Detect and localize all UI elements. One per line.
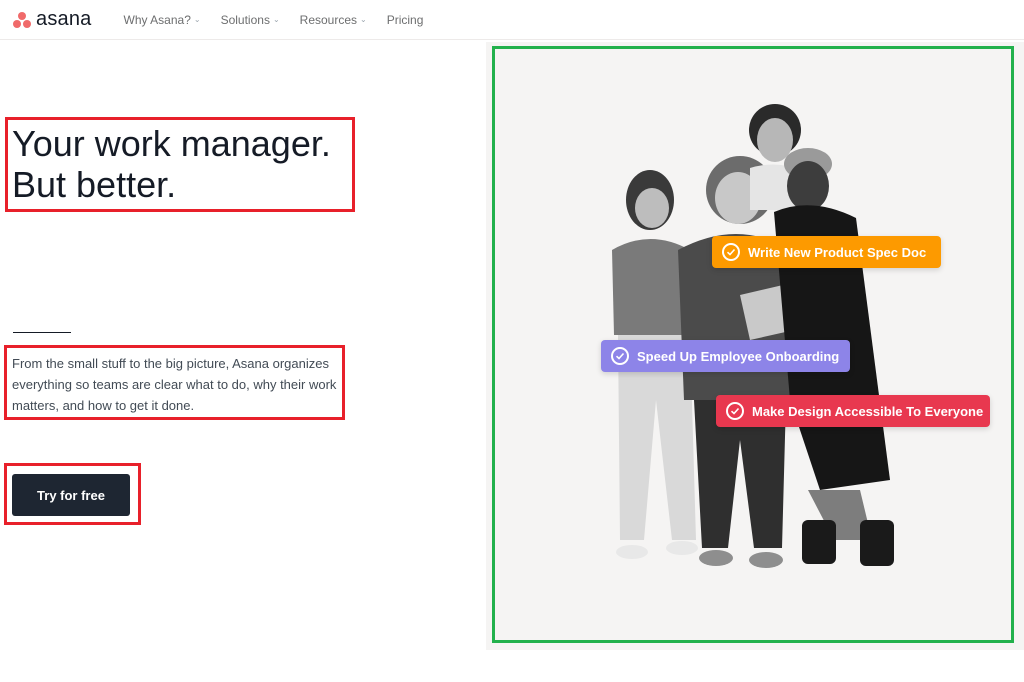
- nav-item-why-asana[interactable]: Why Asana? ⌄: [124, 13, 201, 27]
- asana-logo-icon: [12, 11, 32, 28]
- hero-description: From the small stuff to the big picture,…: [12, 356, 337, 413]
- nav-item-resources[interactable]: Resources ⌄: [300, 13, 367, 27]
- top-navigation-bar: asana Why Asana? ⌄ Solutions ⌄ Resources…: [0, 0, 1024, 40]
- asana-logo[interactable]: asana: [12, 8, 92, 31]
- try-for-free-button[interactable]: Try for free: [12, 474, 130, 516]
- chevron-down-icon: ⌄: [193, 15, 201, 24]
- hero-headline: Your work manager. But better.: [12, 123, 352, 205]
- nav-item-label: Pricing: [386, 12, 424, 27]
- nav-item-label: Solutions: [220, 12, 270, 27]
- asana-wordmark: asana: [36, 8, 92, 30]
- divider: [13, 332, 71, 333]
- chevron-down-icon: ⌄: [360, 15, 367, 24]
- main-nav: Why Asana? ⌄ Solutions ⌄ Resources ⌄ Pri…: [124, 13, 444, 27]
- nav-item-pricing[interactable]: Pricing: [387, 13, 424, 27]
- headline-line-1: Your work manager.: [12, 123, 331, 164]
- image-highlight-frame: [492, 46, 1014, 643]
- nav-item-label: Why Asana?: [123, 12, 191, 27]
- nav-item-label: Resources: [299, 12, 358, 27]
- nav-item-solutions[interactable]: Solutions ⌄: [221, 13, 280, 27]
- headline-line-2: But better.: [12, 164, 177, 205]
- chevron-down-icon: ⌄: [272, 15, 280, 24]
